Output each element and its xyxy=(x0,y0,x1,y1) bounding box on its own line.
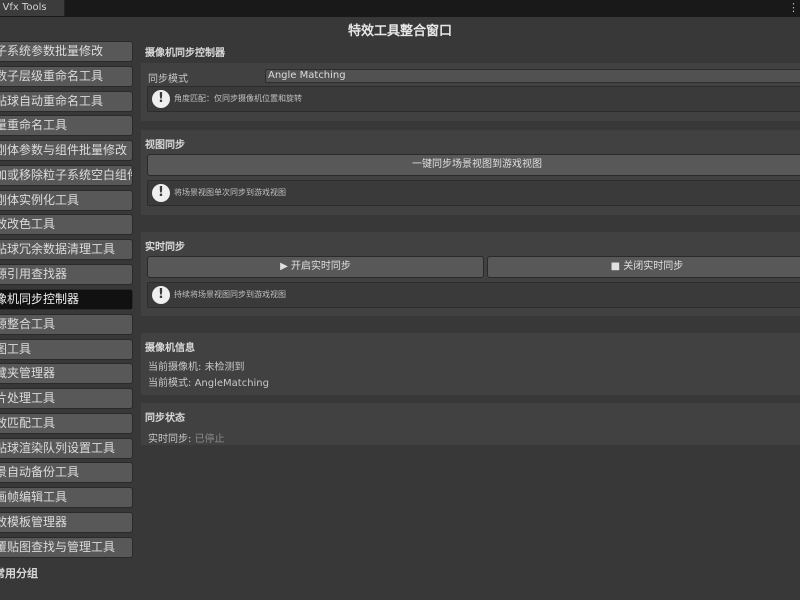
current-mode-line: 当前模式: AngleMatching xyxy=(148,374,269,389)
window-tab[interactable]: Yu Vfx Tools xyxy=(0,0,65,16)
window-menu-icon[interactable]: ⋮ xyxy=(788,1,799,15)
realtime-sync-panel: 实时同步 ▶ 开启实时同步 ■ 关闭实时同步 ! 持续将场景视图同步到游戏视图 xyxy=(141,232,800,316)
current-camera-value: 未检测到 xyxy=(204,362,245,373)
sync-mode-dropdown[interactable]: Angle Matching xyxy=(265,69,800,83)
current-mode-value: AngleMatching xyxy=(194,378,269,389)
info-icon: ! xyxy=(152,90,170,108)
camera-sync-header: 摄像机同步控制器 xyxy=(145,48,225,59)
view-sync-help-text: 将场景视图单次同步到游戏视图 xyxy=(174,188,286,197)
sidebar-item-particle-batch-edit[interactable]: 子系统参数批量修改 xyxy=(0,41,133,62)
window-tab-bar: Yu Vfx Tools ⋮ xyxy=(0,0,800,17)
camera-info-panel: 摄像机信息 当前摄像机: 未检测到 当前模式: AngleMatching xyxy=(141,333,800,395)
sidebar-item-template-manager[interactable]: 效模板管理器 xyxy=(0,512,133,533)
sidebar-item-batch-rename[interactable]: 量重命名工具 xyxy=(0,115,133,136)
sidebar-item-slice-processing[interactable]: 片处理工具 xyxy=(0,388,133,409)
realtime-sync-help-text: 持续将场景视图同步到游戏视图 xyxy=(174,290,286,299)
sidebar-group-label: 常用分组 xyxy=(0,567,38,580)
realtime-status-value: 已停止 xyxy=(194,434,225,445)
stop-realtime-sync-button[interactable]: ■ 关闭实时同步 xyxy=(487,256,800,278)
sidebar-item-texture-finder[interactable]: 覆贴图查找与管理工具 xyxy=(0,537,133,558)
sync-mode-label: 同步模式 xyxy=(148,74,188,85)
current-camera-line: 当前摄像机: 未检测到 xyxy=(148,358,245,373)
sidebar-item-recolor[interactable]: 效改色工具 xyxy=(0,214,133,235)
sidebar-item-frame-editor[interactable]: 画帧编辑工具 xyxy=(0,487,133,508)
sidebar-item-asset-integration[interactable]: 源整合工具 xyxy=(0,314,133,335)
camera-sync-helpbox: ! 角度匹配：仅同步摄像机位置和旋转 xyxy=(147,86,800,112)
sidebar-item-image-tool[interactable]: 图工具 xyxy=(0,339,133,360)
view-sync-panel: 视图同步 一键同步场景视图到游戏视图 ! 将场景视图单次同步到游戏视图 xyxy=(141,130,800,215)
main-content: 摄像机同步控制器 同步模式 Angle Matching ! 角度匹配：仅同步摄… xyxy=(141,41,800,600)
sidebar-item-render-queue[interactable]: 贴球渲染队列设置工具 xyxy=(0,438,133,459)
current-mode-label: 当前模式: xyxy=(148,378,192,389)
sidebar-item-favorites-manager[interactable]: 藏夹管理器 xyxy=(0,363,133,384)
view-sync-helpbox: ! 将场景视图单次同步到游戏视图 xyxy=(147,180,800,206)
sidebar-item-scene-backup[interactable]: 景自动备份工具 xyxy=(0,462,133,483)
start-realtime-sync-button[interactable]: ▶ 开启实时同步 xyxy=(147,256,484,278)
camera-info-header: 摄像机信息 xyxy=(145,343,195,354)
realtime-sync-helpbox: ! 持续将场景视图同步到游戏视图 xyxy=(147,282,800,308)
sidebar-item-effect-matching[interactable]: 效匹配工具 xyxy=(0,413,133,434)
view-sync-header: 视图同步 xyxy=(145,140,185,151)
sidebar-item-hierarchy-rename[interactable]: 数子层级重命名工具 xyxy=(0,66,133,87)
window-title: 特效工具整合窗口 xyxy=(347,24,452,39)
realtime-sync-header: 实时同步 xyxy=(145,242,185,253)
sidebar-item-rigidbody-batch[interactable]: 刚体参数与组件批量修改 xyxy=(0,140,133,161)
sidebar-item-redundant-data-cleanup[interactable]: 贴球冗余数据清理工具 xyxy=(0,239,133,260)
sidebar-item-camera-sync[interactable]: 像机同步控制器 xyxy=(0,289,133,310)
sidebar-item-particle-empty-components[interactable]: 加或移除粒子系统空白组件 xyxy=(0,165,133,186)
info-icon: ! xyxy=(152,184,170,202)
realtime-status-label: 实时同步: xyxy=(148,434,192,445)
sync-status-panel: 同步状态 实时同步: 已停止 xyxy=(141,403,800,445)
info-icon: ! xyxy=(152,286,170,304)
sidebar-item-auto-rename[interactable]: 贴球自动重命名工具 xyxy=(0,91,133,112)
sync-status-header: 同步状态 xyxy=(145,413,185,424)
camera-sync-help-text: 角度匹配：仅同步摄像机位置和旋转 xyxy=(174,94,302,103)
camera-sync-panel: 同步模式 Angle Matching ! 角度匹配：仅同步摄像机位置和旋转 xyxy=(141,63,800,121)
realtime-status-line: 实时同步: 已停止 xyxy=(148,430,225,445)
current-camera-label: 当前摄像机: xyxy=(148,362,202,373)
sidebar-item-rigidbody-instancing[interactable]: 刚体实例化工具 xyxy=(0,190,133,211)
sidebar: 子系统参数批量修改 数子层级重命名工具 贴球自动重命名工具 量重命名工具 刚体参… xyxy=(0,41,135,600)
sync-scene-to-game-button[interactable]: 一键同步场景视图到游戏视图 xyxy=(147,154,800,176)
sidebar-item-reference-finder[interactable]: 源引用查找器 xyxy=(0,264,133,285)
